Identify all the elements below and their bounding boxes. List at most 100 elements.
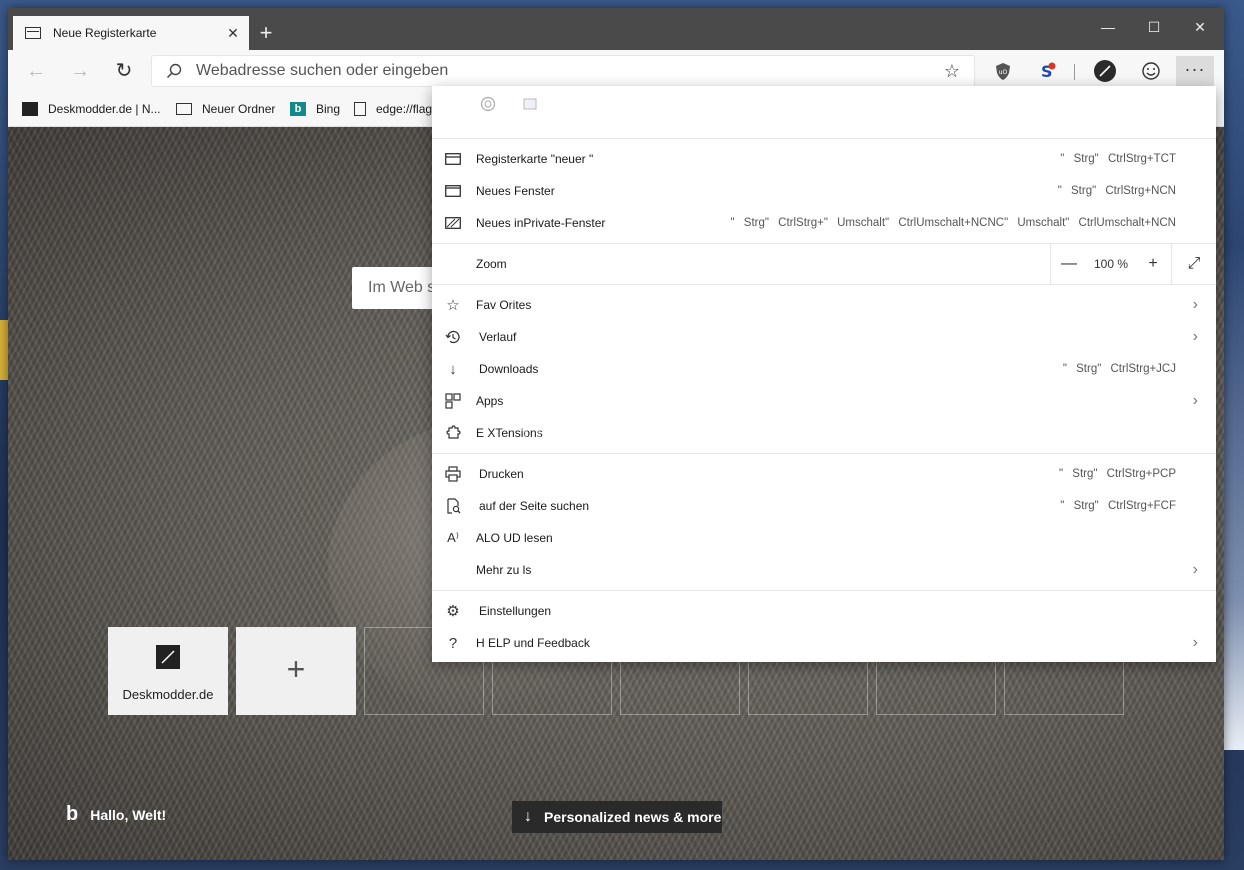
menu-item-print[interactable]: Drucken " Strg" CtrlStrg+PCP	[432, 458, 1216, 490]
minimize-button[interactable]: —	[1086, 14, 1130, 40]
menu-item-label: Verlauf	[479, 330, 517, 344]
menu-item-shortcut: " Strg" CtrlStrg+NCN	[1057, 185, 1176, 197]
menu-item-shortcut: " Strg" CtrlStrg+JCJ	[1062, 363, 1176, 375]
desktop-wallpaper-edge	[1224, 250, 1244, 750]
star-icon: ☆	[446, 297, 460, 314]
menu-item-label: Downloads	[479, 362, 539, 376]
favorite-label: Bing	[316, 102, 341, 116]
download-icon: ↓	[449, 360, 457, 378]
menu-item-label: Apps	[476, 394, 504, 408]
printer-icon	[444, 465, 462, 483]
zoom-in-button[interactable]: +	[1135, 244, 1171, 284]
desktop-icon-edge	[0, 320, 8, 380]
read-aloud-icon: A⁾	[447, 530, 459, 545]
bing-logo-icon: b	[66, 803, 79, 825]
menu-item-label: Zoom	[476, 257, 507, 271]
web-search-placeholder: Im Web s	[368, 279, 436, 296]
bing-icon: b	[290, 102, 306, 116]
extension-icon[interactable]	[480, 96, 496, 112]
extension-icon[interactable]	[522, 96, 538, 112]
fullscreen-button[interactable]: ⤢	[1171, 244, 1216, 284]
find-page-icon	[444, 497, 462, 515]
news-button-label: Personalized news & more	[544, 809, 722, 825]
history-icon	[444, 328, 462, 346]
favorite-deskmodder[interactable]: Deskmodder.de | N...	[22, 100, 161, 118]
chevron-right-icon: ›	[1192, 392, 1198, 409]
menu-item-inprivate[interactable]: Neues inPrivate-Fenster " Strg" CtrlStrg…	[432, 207, 1216, 239]
add-quick-link-tile[interactable]: +	[236, 627, 356, 715]
tab-title: Neue Registerkarte	[53, 26, 157, 40]
menu-item-settings[interactable]: ⚙ Einstellungen	[432, 595, 1216, 627]
quick-link-tile[interactable]: Deskmodder.de	[108, 627, 228, 715]
ublock-extension-icon[interactable]: uO	[992, 60, 1014, 82]
menu-item-new-tab[interactable]: Registerkarte "neuer " " Strg" CtrlStrg+…	[432, 143, 1216, 175]
tile-label: Deskmodder.de	[122, 687, 214, 702]
address-bar[interactable]: Webadresse suchen oder eingeben ☆	[152, 56, 974, 86]
menu-item-label: auf der Seite suchen	[479, 499, 590, 513]
favorite-edge-flags[interactable]: edge://flag	[354, 100, 432, 118]
menu-item-shortcut: " Strg" CtrlStrg+" Umschalt" CtrlUmschal…	[730, 217, 1177, 229]
menu-item-find-on-page[interactable]: auf der Seite suchen " Strg" CtrlStrg+FC…	[432, 490, 1216, 522]
menu-item-label: ALO UD lesen	[476, 531, 553, 545]
menu-item-read-aloud[interactable]: A⁾ ALO UD lesen	[432, 522, 1216, 554]
refresh-button[interactable]: ↻	[110, 58, 138, 84]
personalized-news-button[interactable]: ↓ Personalized news & more	[512, 801, 722, 833]
menu-item-new-window[interactable]: Neues Fenster " Strg" CtrlStrg+NCN	[432, 175, 1216, 207]
address-input[interactable]: Webadresse suchen oder eingeben	[196, 62, 940, 80]
menu-divider	[432, 590, 1216, 591]
tab-page-icon	[25, 27, 41, 39]
menu-divider	[432, 284, 1216, 285]
menu-item-label: Drucken	[479, 467, 524, 481]
new-tab-button[interactable]: +	[254, 20, 278, 46]
arrow-down-icon: ↓	[524, 808, 532, 825]
menu-item-history[interactable]: Verlauf ›	[432, 321, 1216, 353]
help-icon: ?	[448, 634, 458, 652]
pen-logo-icon	[156, 645, 180, 669]
favorite-label: Neuer Ordner	[202, 102, 276, 116]
favorite-folder[interactable]: Neuer Ordner	[176, 100, 275, 118]
window-icon	[444, 182, 462, 200]
chevron-right-icon: ›	[1192, 296, 1198, 313]
menu-item-label: Einstellungen	[479, 604, 552, 618]
title-bar: Neue Registerkarte ✕ + — ☐ ✕	[8, 8, 1224, 50]
favorite-label: Deskmodder.de | N...	[48, 102, 161, 116]
profile-avatar[interactable]	[1094, 60, 1116, 82]
svg-text:uO: uO	[999, 69, 1008, 76]
tab-close-icon[interactable]: ✕	[221, 25, 245, 42]
search-icon	[166, 63, 182, 79]
menu-item-help-feedback[interactable]: ? H ELP und Feedback ›	[432, 627, 1216, 659]
s-extension-icon[interactable]: S	[1036, 60, 1058, 82]
favorite-label: edge://flag	[376, 102, 433, 116]
close-window-button[interactable]: ✕	[1178, 14, 1222, 40]
maximize-button[interactable]: ☐	[1132, 14, 1176, 40]
back-button[interactable]: ←	[22, 58, 50, 84]
menu-item-favorites[interactable]: ☆ Fav Orites ›	[432, 289, 1216, 321]
settings-more-button[interactable]: ···	[1176, 56, 1214, 86]
zoom-value: 100 %	[1093, 257, 1129, 271]
menu-item-extensions[interactable]: E XTensions	[432, 417, 1216, 449]
greeting-text: Hallo, Welt!	[90, 806, 167, 823]
menu-divider	[432, 453, 1216, 454]
menu-item-label: Neues inPrivate-Fenster	[476, 216, 606, 230]
forward-button[interactable]: →	[66, 58, 94, 84]
zoom-out-button[interactable]: —	[1051, 244, 1087, 284]
tab-new-tab[interactable]: Neue Registerkarte ✕	[13, 16, 249, 50]
puzzle-icon	[444, 424, 462, 442]
gear-icon: ⚙	[446, 603, 460, 620]
menu-item-label: Registerkarte "neuer "	[476, 152, 594, 166]
menu-item-zoom: Zoom — 100 % + ⤢	[432, 244, 1216, 284]
pen-logo-icon	[22, 102, 38, 116]
favorite-star-icon[interactable]: ☆	[940, 61, 964, 82]
menu-item-downloads[interactable]: ↓ Downloads " Strg" CtrlStrg+JCJ	[432, 353, 1216, 385]
menu-item-shortcut: " Strg" CtrlStrg+PCP	[1059, 468, 1176, 480]
favorite-bing[interactable]: b Bing	[290, 100, 340, 118]
toolbar-separator	[1074, 64, 1075, 80]
page-icon	[354, 102, 366, 116]
plus-icon: +	[286, 651, 306, 687]
menu-item-label: H ELP und Feedback	[476, 636, 590, 650]
folder-icon	[176, 103, 192, 115]
feedback-smiley-icon[interactable]	[1140, 60, 1162, 82]
menu-item-more-tools[interactable]: Mehr zu ls ›	[432, 554, 1216, 586]
menu-item-apps[interactable]: Apps ›	[432, 385, 1216, 417]
chevron-right-icon: ›	[1192, 328, 1198, 345]
